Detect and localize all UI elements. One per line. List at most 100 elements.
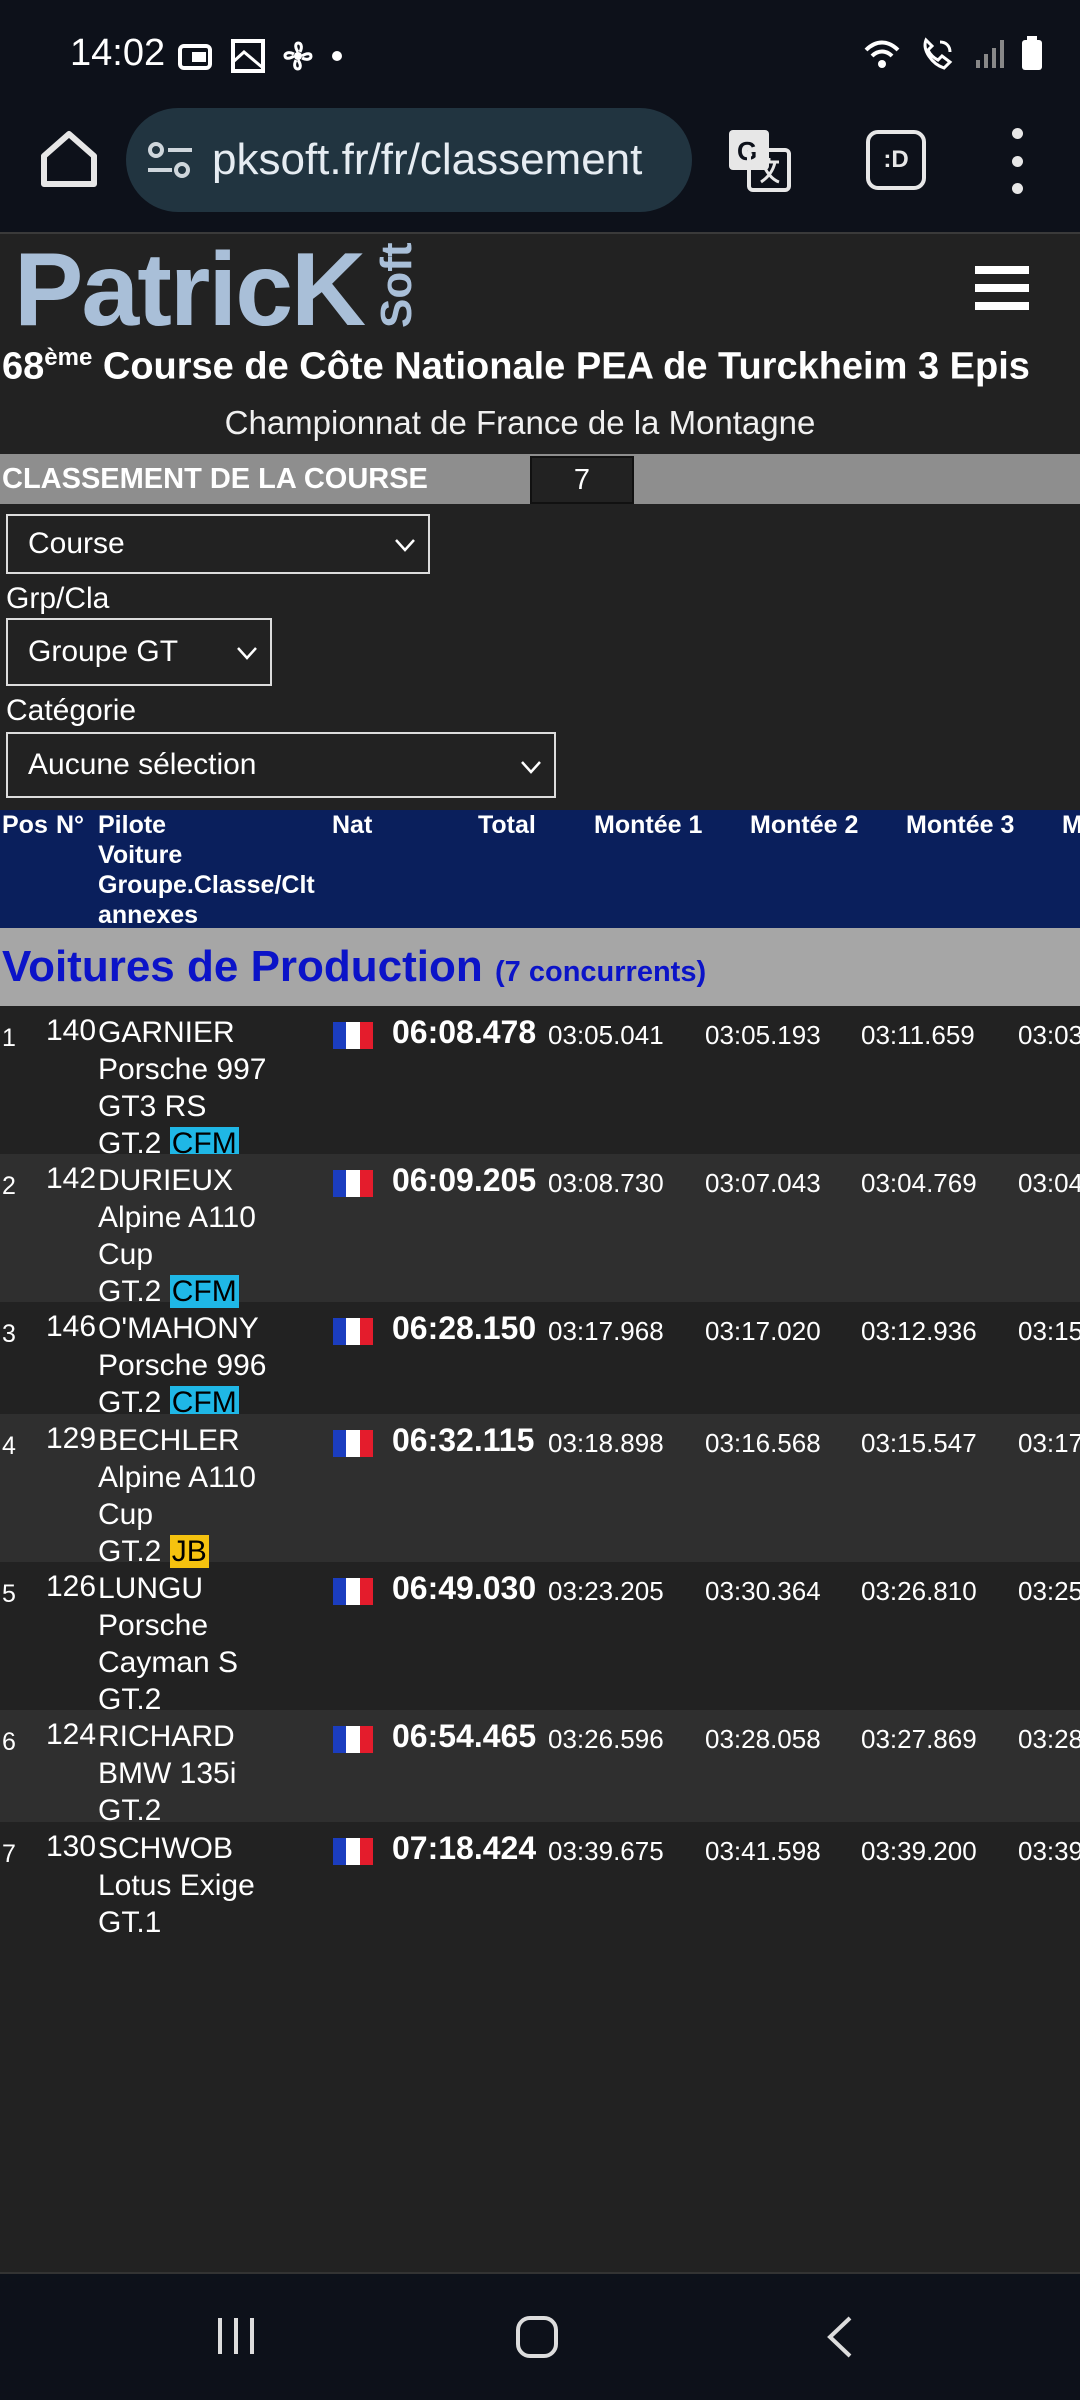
driver-name[interactable]: DURIEUX: [98, 1162, 256, 1199]
car-name: Alpine A110: [98, 1201, 256, 1234]
site-info-icon[interactable]: [146, 140, 194, 180]
championship-subtitle: Championnat de France de la Montagne: [224, 404, 816, 441]
table-row[interactable]: 5 126 LUNGU Porsche Cayman S GT.2 06:49.…: [0, 1562, 1080, 1716]
hamburger-menu-icon[interactable]: [975, 266, 1029, 310]
driver-name[interactable]: O'MAHONY: [98, 1310, 266, 1347]
notification-icons: [178, 38, 344, 74]
table-row[interactable]: 3 146 O'MAHONY Porsche 996 GT.2 CFM 06:2…: [0, 1302, 1080, 1419]
row-driver: GARNIER Porsche 997 GT3 RS GT.2 CFM: [98, 1014, 266, 1162]
col-montee-1[interactable]: Montée 1: [594, 810, 702, 840]
group-title: Voitures de Production (7 concurrents): [2, 942, 706, 992]
group-title-text: Voitures de Production: [2, 942, 483, 991]
event-title: 68ème Course de Côte Nationale PEA de Tu…: [2, 344, 1030, 388]
more-menu-icon[interactable]: [1000, 128, 1034, 194]
france-flag-icon: [333, 1170, 373, 1197]
signal-icon: [976, 40, 1004, 68]
back-icon[interactable]: [822, 2314, 856, 2360]
home-nav-icon[interactable]: [514, 2314, 560, 2360]
wifi-call-icon: [923, 37, 953, 70]
col-nat[interactable]: Nat: [332, 810, 372, 840]
row-driver: RICHARD BMW 135i GT.2: [98, 1718, 236, 1829]
categorie-select[interactable]: Aucune sélection: [6, 732, 556, 798]
row-pos: 4: [2, 1432, 16, 1460]
row-pos: 1: [2, 1024, 16, 1052]
course-select-value: Course: [28, 527, 125, 560]
row-montee-1: 03:23.205: [548, 1576, 664, 1606]
col-pos[interactable]: Pos: [2, 810, 48, 840]
table-row[interactable]: 6 124 RICHARD BMW 135i GT.2 06:54.465 03…: [0, 1710, 1080, 1827]
car-name-2: Cup: [98, 1238, 154, 1271]
browser-toolbar: pksoft.fr/fr/classement G :D: [0, 100, 1080, 232]
col-total[interactable]: Total: [478, 810, 536, 840]
classement-bar: CLASSEMENT DE LA COURSE 7: [0, 454, 1080, 504]
table-row[interactable]: 7 130 SCHWOB Lotus Exige GT.1 07:18.424 …: [0, 1822, 1080, 1939]
site-logo[interactable]: PatricK Soft: [14, 232, 421, 348]
car-name-2: GT3 RS: [98, 1090, 207, 1123]
row-pos: 7: [2, 1840, 16, 1868]
groupe-select-value: Groupe GT: [28, 635, 179, 668]
classement-number[interactable]: 7: [530, 456, 634, 504]
driver-name[interactable]: RICHARD: [98, 1718, 236, 1755]
table-row[interactable]: 2 142 DURIEUX Alpine A110 Cup GT.2 CFM 0…: [0, 1154, 1080, 1308]
col-pilote[interactable]: Pilote Voiture Groupe.Classe/Clt annexes: [98, 810, 315, 930]
row-montee-1: 03:08.730: [548, 1168, 664, 1198]
row-montee-1: 03:18.898: [548, 1428, 664, 1458]
france-flag-icon: [333, 1838, 373, 1865]
row-driver: LUNGU Porsche Cayman S GT.2: [98, 1570, 238, 1718]
logo-text: PatricK: [14, 232, 366, 348]
driver-name[interactable]: LUNGU: [98, 1570, 238, 1607]
france-flag-icon: [333, 1578, 373, 1605]
col-groupe-label: Groupe.Classe/Clt: [98, 871, 315, 899]
row-pos: 2: [2, 1172, 16, 1200]
row-montee-1: 03:26.596: [548, 1724, 664, 1754]
logo-suffix: Soft: [372, 242, 421, 328]
groupe-select[interactable]: Groupe GT: [6, 618, 272, 686]
translate-icon[interactable]: G: [727, 128, 791, 192]
row-driver: BECHLER Alpine A110 Cup GT.2 JB: [98, 1422, 256, 1570]
row-montee-3: 03:26.810: [861, 1576, 977, 1606]
driver-name[interactable]: SCHWOB: [98, 1830, 255, 1867]
car-name: Porsche: [98, 1609, 209, 1642]
row-driver: O'MAHONY Porsche 996 GT.2 CFM: [98, 1310, 266, 1421]
col-pilote-label: Pilote: [98, 811, 167, 839]
row-montee-2: 03:07.043: [705, 1168, 821, 1198]
wifi-icon: [864, 40, 900, 68]
france-flag-icon: [333, 1318, 373, 1345]
row-total: 06:08.478: [392, 1014, 537, 1050]
home-icon[interactable]: [36, 126, 102, 192]
row-montee-2: 03:28.058: [705, 1724, 821, 1754]
col-montee-2[interactable]: Montée 2: [750, 810, 858, 840]
col-montee-4[interactable]: M: [1062, 810, 1080, 840]
course-select[interactable]: Course: [6, 514, 430, 574]
battery-icon: [1022, 36, 1042, 70]
driver-name[interactable]: GARNIER: [98, 1014, 266, 1051]
row-montee-3: 03:12.936: [861, 1316, 977, 1346]
row-montee-4: 03:25: [1018, 1576, 1080, 1606]
row-montee-2: 03:05.193: [705, 1020, 821, 1050]
row-num: 124: [46, 1718, 97, 1751]
tabs-button[interactable]: :D: [866, 130, 926, 190]
driver-name[interactable]: BECHLER: [98, 1422, 256, 1459]
car-name: BMW 135i: [98, 1757, 237, 1790]
results-table-header: Pos N° Pilote Voiture Groupe.Classe/Clt …: [0, 810, 1080, 930]
chevron-down-icon: [237, 647, 257, 660]
row-montee-4: 03:17: [1018, 1428, 1080, 1458]
recent-apps-icon[interactable]: [216, 2314, 256, 2358]
address-bar[interactable]: pksoft.fr/fr/classement: [126, 108, 692, 212]
table-row[interactable]: 4 129 BECHLER Alpine A110 Cup GT.2 JB 06…: [0, 1414, 1080, 1568]
row-montee-4: 03:39: [1018, 1836, 1080, 1866]
row-montee-1: 03:39.675: [548, 1836, 664, 1866]
row-total: 06:28.150: [392, 1310, 537, 1346]
row-montee-2: 03:16.568: [705, 1428, 821, 1458]
row-montee-4: 03:03: [1018, 1020, 1080, 1050]
row-total: 06:32.115: [392, 1422, 535, 1458]
table-row[interactable]: 1 140 GARNIER Porsche 997 GT3 RS GT.2 CF…: [0, 1006, 1080, 1160]
row-montee-2: 03:41.598: [705, 1836, 821, 1866]
row-montee-2: 03:17.020: [705, 1316, 821, 1346]
row-montee-3: 03:39.200: [861, 1836, 977, 1866]
col-montee-3[interactable]: Montée 3: [906, 810, 1014, 840]
car-name: Porsche 996: [98, 1349, 267, 1382]
col-num[interactable]: N°: [56, 810, 84, 840]
chevron-down-icon: [521, 761, 541, 774]
france-flag-icon: [333, 1430, 373, 1457]
